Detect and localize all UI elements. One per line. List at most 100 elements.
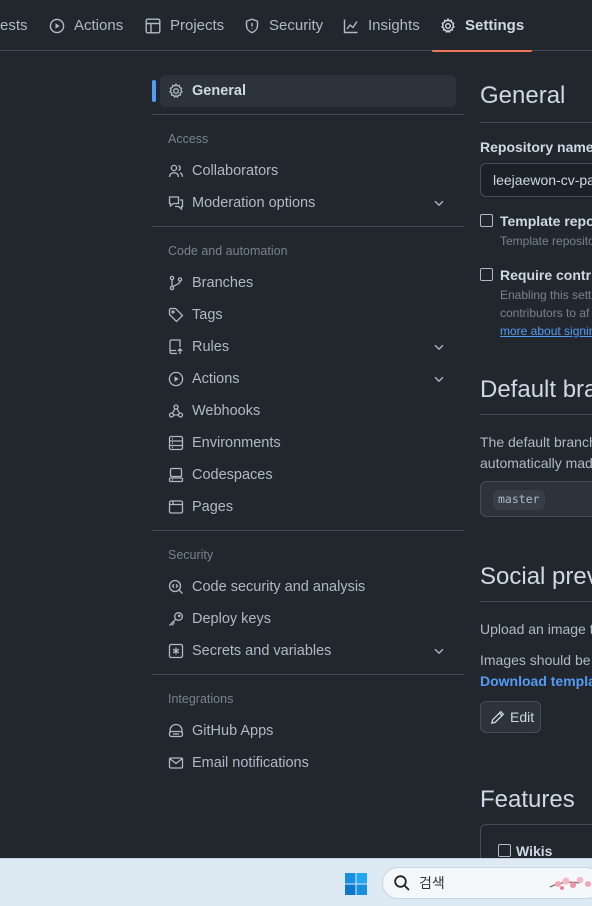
sidebar-item-tags[interactable]: Tags: [160, 299, 456, 331]
signoff-learn-more-link[interactable]: more about signin: [500, 324, 592, 338]
sidebar-item-label: General: [192, 83, 246, 99]
repo-name-input[interactable]: leejaewon-cv-pa: [480, 163, 592, 197]
sidebar-item-email-notifications[interactable]: Email notifications: [160, 747, 456, 779]
repo-nav: ests Actions Projects Security Insights …: [0, 0, 592, 52]
sidebar-item-label: Secrets and variables: [192, 643, 332, 659]
tab-pull-requests[interactable]: ests: [0, 0, 28, 51]
shield-icon: [245, 17, 259, 33]
taskbar: 검색: [0, 858, 592, 906]
sidebar-divider: [152, 530, 464, 531]
chevron-down-icon[interactable]: [432, 372, 446, 386]
signoff-note: contributors to af: [500, 306, 590, 320]
sidebar-item-label: Branches: [192, 275, 254, 291]
section-divider: [480, 601, 592, 602]
tab-label: ests: [0, 17, 28, 34]
tag-icon: [168, 307, 184, 323]
wikis-checkbox[interactable]: [498, 844, 511, 857]
social-preview-description: Upload an image t: [480, 621, 592, 637]
sidebar-item-deploy-keys[interactable]: Deploy keys: [160, 603, 456, 635]
sidebar-divider: [152, 114, 464, 115]
key-icon: [168, 611, 184, 627]
sidebar-item-label: Pages: [192, 499, 234, 515]
comment-discussion-icon: [168, 195, 184, 211]
windows-start-icon[interactable]: [344, 872, 368, 896]
default-branch-description: The default branch: [480, 434, 592, 450]
webhook-icon: [168, 403, 184, 419]
table-icon: [145, 18, 161, 34]
play-circle-icon: [49, 18, 65, 33]
sidebar-item-code-security[interactable]: Code security and analysis: [160, 571, 456, 603]
edit-button[interactable]: Edit: [480, 701, 541, 733]
hubot-icon: [168, 723, 184, 739]
sidebar-item-label: Code security and analysis: [192, 579, 366, 595]
social-preview-description: Images should be: [480, 652, 591, 668]
template-checkbox[interactable]: [480, 214, 493, 227]
signoff-label: Require contrib: [500, 267, 592, 283]
chevron-down-icon[interactable]: [432, 340, 446, 354]
tab-projects[interactable]: Projects: [145, 0, 224, 51]
sidebar-item-secrets-variables[interactable]: Secrets and variables: [160, 635, 456, 667]
tab-settings[interactable]: Settings: [432, 0, 533, 52]
signoff-checkbox[interactable]: [480, 268, 493, 281]
gear-icon: [168, 83, 184, 99]
graph-icon: [343, 19, 358, 33]
template-note: Template reposito: [500, 234, 592, 248]
tab-security[interactable]: Security: [244, 0, 323, 51]
server-icon: [168, 435, 184, 451]
repo-push-icon: [168, 339, 184, 355]
sidebar-item-rules[interactable]: Rules: [160, 331, 456, 363]
sidebar-item-label: Environments: [192, 435, 281, 451]
sidebar-item-label: Rules: [192, 339, 230, 355]
default-branch-box: master: [480, 481, 592, 517]
cherry-blossom-icon: [549, 876, 591, 890]
chevron-down-icon[interactable]: [432, 196, 446, 210]
sidebar-divider: [152, 674, 464, 675]
sidebar-divider: [152, 226, 464, 227]
tab-label: Insights: [368, 17, 420, 34]
active-item-indicator: [152, 80, 156, 102]
repo-name-label: Repository name: [480, 139, 592, 155]
sidebar-item-codespaces[interactable]: Codespaces: [160, 459, 456, 491]
git-branch-icon: [168, 275, 184, 291]
sidebar-item-label: Webhooks: [192, 403, 261, 419]
tab-actions[interactable]: Actions: [49, 0, 123, 51]
asterisk-icon: [168, 643, 184, 659]
signoff-note: Enabling this setti: [500, 288, 592, 302]
sidebar-item-pages[interactable]: Pages: [160, 491, 456, 523]
edit-button-label: Edit: [510, 709, 535, 725]
codespaces-icon: [168, 467, 184, 483]
tab-insights[interactable]: Insights: [343, 0, 420, 51]
sidebar-item-label: Collaborators: [192, 163, 279, 179]
sidebar-item-environments[interactable]: Environments: [160, 427, 456, 459]
sidebar-heading-code-automation: Code and automation: [168, 244, 288, 258]
download-template-link[interactable]: Download templa: [480, 673, 592, 689]
active-tab-underline: [432, 50, 533, 52]
sidebar-item-label: Email notifications: [192, 755, 309, 771]
gear-icon: [441, 17, 455, 33]
sidebar-heading-security: Security: [168, 548, 214, 562]
sidebar-item-label: Actions: [192, 371, 240, 387]
sidebar-item-github-apps[interactable]: GitHub Apps: [160, 715, 456, 747]
sidebar-item-collaborators[interactable]: Collaborators: [160, 155, 456, 187]
sidebar-item-label: Tags: [192, 307, 223, 323]
people-icon: [168, 163, 184, 179]
default-branch-title: Default bra: [480, 376, 592, 403]
sidebar-item-actions[interactable]: Actions: [160, 363, 456, 395]
tab-label: Projects: [170, 17, 225, 34]
sidebar-item-moderation-options[interactable]: Moderation options: [160, 187, 456, 219]
browser-icon: [168, 499, 184, 515]
tab-label: Actions: [74, 17, 124, 34]
sidebar-heading-access: Access: [168, 132, 209, 146]
template-label: Template repos: [500, 213, 592, 229]
chevron-down-icon[interactable]: [432, 644, 446, 658]
sidebar-item-label: GitHub Apps: [192, 723, 274, 739]
pencil-icon: [491, 710, 505, 724]
sidebar-item-branches[interactable]: Branches: [160, 267, 456, 299]
sidebar-item-webhooks[interactable]: Webhooks: [160, 395, 456, 427]
default-branch-name: master: [493, 490, 545, 510]
mail-icon: [168, 755, 184, 771]
sidebar-item-general[interactable]: General: [160, 75, 456, 107]
default-branch-description: automatically mad: [480, 455, 592, 471]
tab-label: Security: [269, 17, 324, 34]
codescan-icon: [168, 579, 184, 595]
